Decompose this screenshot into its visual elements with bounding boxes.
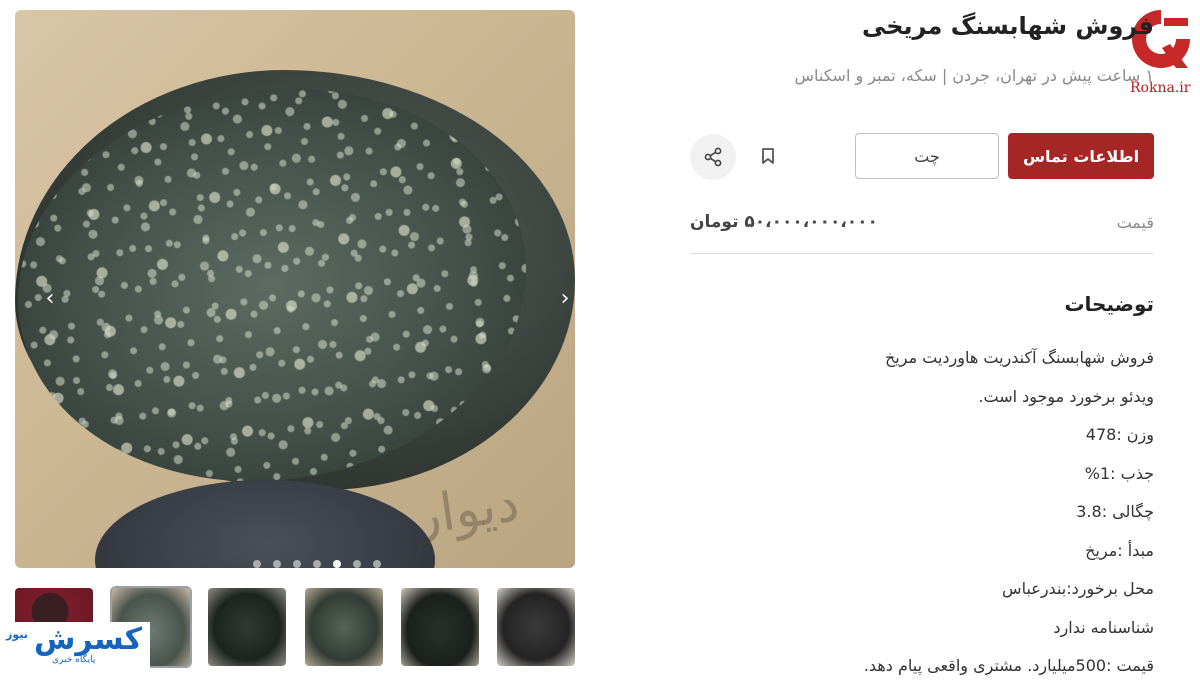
description-line: ویدئو برخورد موجود است.: [978, 386, 1154, 406]
chat-button[interactable]: چت: [855, 133, 999, 179]
share-icon: [704, 147, 722, 167]
thumbnail-6[interactable]: [497, 588, 575, 666]
second-stone: [95, 480, 435, 568]
description-heading: توضیحات: [1064, 292, 1154, 316]
bookmark-icon: [762, 148, 774, 164]
image-pagination-dots: [253, 560, 381, 568]
price-value: ۵۰،۰۰۰،۰۰۰،۰۰۰ تومان: [690, 212, 878, 232]
description-line: قیمت :500میلیارد. مشتری واقعی پیام دهد.: [863, 656, 1154, 675]
pagination-dot[interactable]: [253, 560, 261, 568]
thumbnail-5[interactable]: [401, 588, 479, 666]
description-line: محل برخورد:بندرعباس: [1002, 579, 1154, 598]
description-line: جذب :1%: [1084, 463, 1154, 483]
main-image[interactable]: دیوار ‹ ›: [15, 10, 575, 568]
pagination-dot[interactable]: [273, 560, 281, 568]
description-line: مبدأ :مریخ: [1085, 540, 1154, 560]
logo-tagline: پایگاه خبری: [52, 655, 96, 665]
prev-image-chevron-icon[interactable]: ‹: [37, 286, 63, 312]
description-line: وزن :478: [1085, 425, 1154, 444]
next-image-chevron-icon[interactable]: ›: [552, 286, 575, 312]
pagination-dot[interactable]: [353, 560, 361, 568]
contact-info-button[interactable]: اطلاعات تماس: [1008, 133, 1154, 179]
divar-watermark: دیوار: [411, 473, 523, 547]
thumbnail-3[interactable]: [208, 588, 286, 666]
pagination-dot[interactable]: [293, 560, 301, 568]
pagination-dot-active[interactable]: [333, 560, 341, 568]
pagination-dot[interactable]: [313, 560, 321, 568]
description-line: چگالی :3.8: [1076, 502, 1154, 521]
description-line: فروش شهابسنگ آکندریت هاوردیت مریخ: [884, 348, 1154, 367]
listing-title: فروش شهابسنگ مریخی: [861, 12, 1154, 40]
description-line: شناسنامه ندارد: [1053, 617, 1154, 637]
logo-tiny-text: نیوز: [6, 628, 28, 641]
pagination-dot[interactable]: [373, 560, 381, 568]
share-button[interactable]: [690, 134, 736, 180]
price-label: قیمت: [1116, 213, 1154, 232]
divider: [690, 253, 1154, 254]
logo-main-text: کسرش: [34, 622, 143, 657]
description-body: فروش شهابسنگ آکندریت هاوردیت مریخ ویدئو …: [674, 346, 1154, 693]
bookmark-button[interactable]: [752, 140, 784, 172]
news-site-logo: نیوز کسرش پایگاه خبری: [0, 622, 150, 668]
listing-subtitle: ۱ ساعت پیش در تهران، جردن | سکه، تمبر و …: [794, 66, 1154, 85]
thumbnail-4[interactable]: [305, 588, 383, 666]
